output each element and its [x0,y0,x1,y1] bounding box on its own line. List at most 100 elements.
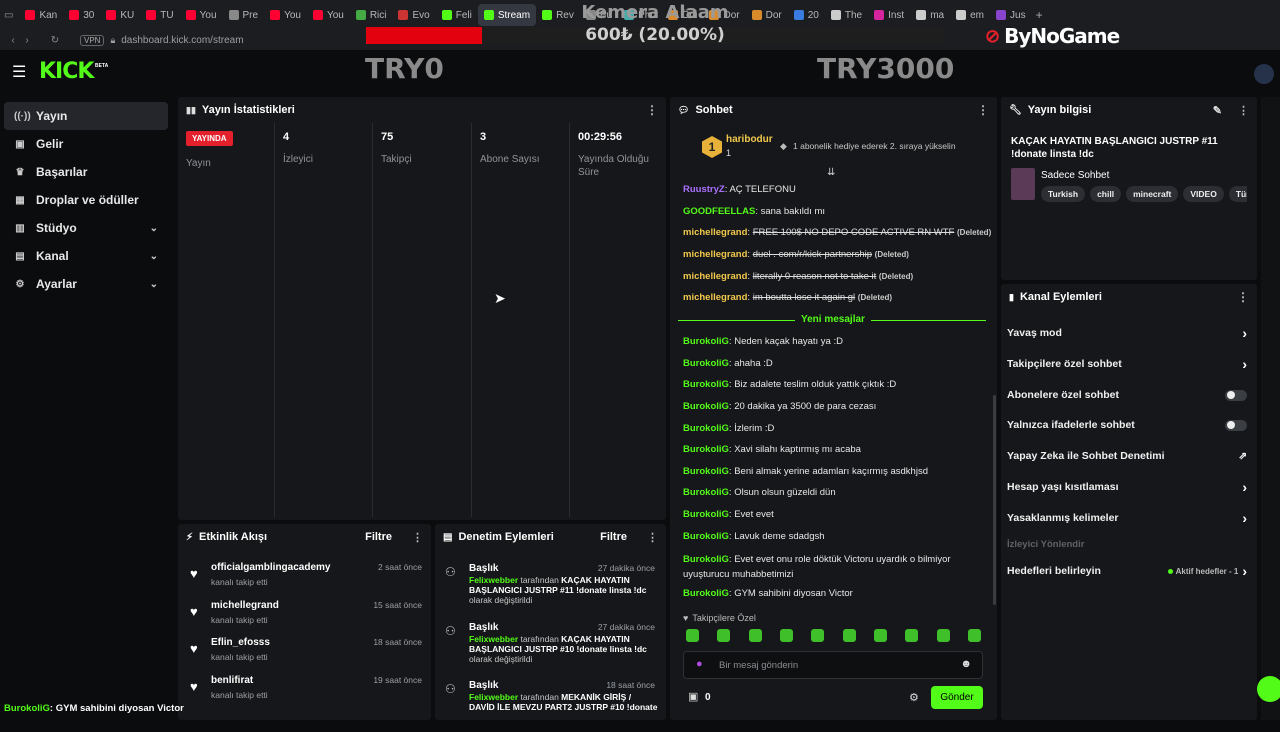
chat-username[interactable]: BurokoliG [683,509,729,520]
chat-username[interactable]: BurokoliG [683,358,729,369]
chat-username[interactable]: BurokoliG [683,423,729,434]
channel-action-row[interactable]: Yavaş mod › [1007,323,1247,343]
chat-message[interactable]: BurokoliG: ahaha :D [683,358,773,369]
reload-icon[interactable]: ↻ [48,35,62,46]
emote-icon[interactable] [905,629,919,642]
browser-tab[interactable]: You [307,4,350,26]
moderator-name[interactable]: Felixwebber [469,575,518,585]
category-name[interactable]: Sadece Sohbet [1041,170,1109,181]
moderation-item[interactable]: ⚇ Başlık 18 saat önce Felixwebber tarafında… [443,680,659,732]
emote-icon[interactable] [686,629,699,642]
moderation-item[interactable]: ⚇ Başlık 27 dakika önce Felixwebber tarafın… [443,622,659,674]
sidebar-item-4[interactable]: ▥ Stüdyo ⌄ [4,214,168,242]
chat-message[interactable]: BurokoliG: Neden kaçak hayatı ya :D [683,336,843,347]
stream-tag[interactable]: VIDEO [1183,186,1224,202]
chat-username[interactable]: RuustryZ [683,184,725,195]
moderator-name[interactable]: Felixwebber [469,692,518,702]
chat-username[interactable]: BurokoliG [683,487,729,498]
browser-tab[interactable]: Rici [350,4,393,26]
stream-info-menu-icon[interactable]: ⋮ [1238,104,1249,117]
moderator-name[interactable]: Felixwebber [469,634,518,644]
channel-action-row[interactable]: Yasaklanmış kelimeler › [1007,508,1247,528]
browser-tab[interactable]: Kan [19,4,63,26]
toggle-switch[interactable] [1225,389,1247,401]
sidebar-item-5[interactable]: ▤ Kanal ⌄ [4,242,168,270]
chat-username[interactable]: BurokoliG [683,466,729,477]
chat-input[interactable]: ● Bir mesaj gönderin ☻ [683,651,983,679]
activity-item[interactable]: ♥ benlifirat kanalı takip etti 19 saat önce [186,675,426,709]
channel-action-row[interactable]: Abonelere özel sohbet [1007,385,1247,405]
browser-tab[interactable]: Evo [392,4,435,26]
browser-tab[interactable]: em [950,4,990,26]
chat-message[interactable]: BurokoliG: Lavuk deme sdadgsh [683,531,825,542]
activity-menu-icon[interactable]: ⋮ [412,531,423,544]
sidebar-item-2[interactable]: ♛ Başarılar [4,158,168,186]
browser-tab[interactable]: 30 [63,4,100,26]
channel-actions-menu-icon[interactable]: ⋮ [1237,290,1249,304]
channel-action-row[interactable]: Yalnızca ifadelerle sohbet [1007,415,1247,435]
activity-username[interactable]: Eflin_efosss [211,637,270,648]
set-targets-row[interactable]: Hedefleri belirleyin Aktif hedefler - 1 … [1007,561,1247,581]
emote-icon[interactable] [717,629,731,642]
browser-tab[interactable]: Stream [477,4,537,26]
activity-username[interactable]: michellegrand [211,600,279,611]
chat-message[interactable]: michellegrand: duel . com/r/kick-partner… [683,249,909,260]
emote-icon[interactable] [873,629,887,642]
chat-message[interactable]: michellegrand: im boutta lose it again g… [683,292,892,303]
chat-message[interactable]: BurokoliG: Biz adalete teslim olduk yatt… [683,379,896,390]
sidebar-item-6[interactable]: ⚙︎ Ayarlar ⌄ [4,270,168,298]
browser-tab[interactable]: The [825,4,868,26]
chat-username[interactable]: BurokoliG [683,401,729,412]
chat-settings-icon[interactable]: ⚙︎ [909,691,919,704]
stream-tag[interactable]: chill [1090,186,1122,202]
moderation-item[interactable]: ⚇ Başlık 27 dakika önce Felixwebber tarafın… [443,563,659,615]
chat-menu-icon[interactable]: ⋮ [977,103,989,117]
chat-message[interactable]: BurokoliG: 20 dakika ya 3500 de para cez… [683,401,876,412]
edit-icon[interactable]: ✎ [1213,104,1222,117]
new-tab-icon[interactable]: + [1036,8,1043,22]
channel-action-row[interactable]: Hesap yaşı kısıtlaması › [1007,477,1247,497]
browser-tab[interactable]: Pre [223,4,265,26]
activity-item[interactable]: ♥ michellegrand kanalı takip etti 15 saat ö… [186,600,426,634]
chat-username[interactable]: BurokoliG [683,444,729,455]
activity-username[interactable]: officialgamblingacademy [211,562,330,573]
stats-menu-icon[interactable]: ⋮ [646,103,658,117]
send-button[interactable]: Gönder [931,686,983,709]
stream-tag[interactable]: minecraft [1126,186,1179,202]
stream-tag[interactable]: Turkish [1041,186,1086,202]
browser-tab[interactable]: KU [100,4,140,26]
browser-tab[interactable]: Feli [436,4,478,26]
menu-icon[interactable]: ☰ [12,62,26,82]
sidebar-item-3[interactable]: ▦ Droplar ve ödüller [4,186,168,214]
emote-icon[interactable] [748,629,762,642]
emoji-picker-icon[interactable]: ☻ [960,658,972,670]
emote-icon[interactable] [967,629,981,642]
browser-tab[interactable]: Jus [990,4,1032,26]
chat-username[interactable]: BurokoliG [683,379,729,390]
chat-message[interactable]: michellegrand: FREE 100$ NO DEPO CODE AC… [683,227,991,238]
emote-icon[interactable] [842,629,856,642]
new-messages-label[interactable]: Yeni mesajlar [795,314,871,325]
channel-action-row[interactable]: Yapay Zeka ile Sohbet Denetimi ⇗ [1007,446,1247,466]
chat-message[interactable]: GOODFEELLAS: sana bakıldı mı [683,206,825,217]
browser-tab[interactable]: ma [910,4,950,26]
sidebar-item-1[interactable]: ▣ Gelir [4,130,168,158]
kick-logo[interactable]: KICK [39,59,94,84]
channel-action-row[interactable]: Takipçilere özel sohbet › [1007,354,1247,374]
browser-tab[interactable]: Dor [746,4,788,26]
chat-username[interactable]: BurokoliG [683,554,729,565]
chat-message[interactable]: BurokoliG: İzlerim :D [683,423,774,434]
user-avatar[interactable] [1254,64,1274,84]
stream-tag[interactable]: Türkç [1228,186,1247,202]
chat-username[interactable]: BurokoliG [683,588,729,599]
chat-message[interactable]: BurokoliG: Evet evet onu role döktük Vic… [683,552,951,582]
chat-scrollbar[interactable] [993,395,996,605]
moderation-menu-icon[interactable]: ⋮ [647,531,658,544]
support-chat-icon[interactable] [1257,676,1280,702]
chat-username[interactable]: michellegrand [683,271,747,282]
pin-collapse-icon[interactable]: ⇊ [827,167,835,178]
browser-tab[interactable]: Inst [868,4,910,26]
chat-username[interactable]: GOODFEELLAS [683,206,755,217]
forward-icon[interactable]: › [20,35,34,46]
activity-username[interactable]: benlifirat [211,675,253,686]
